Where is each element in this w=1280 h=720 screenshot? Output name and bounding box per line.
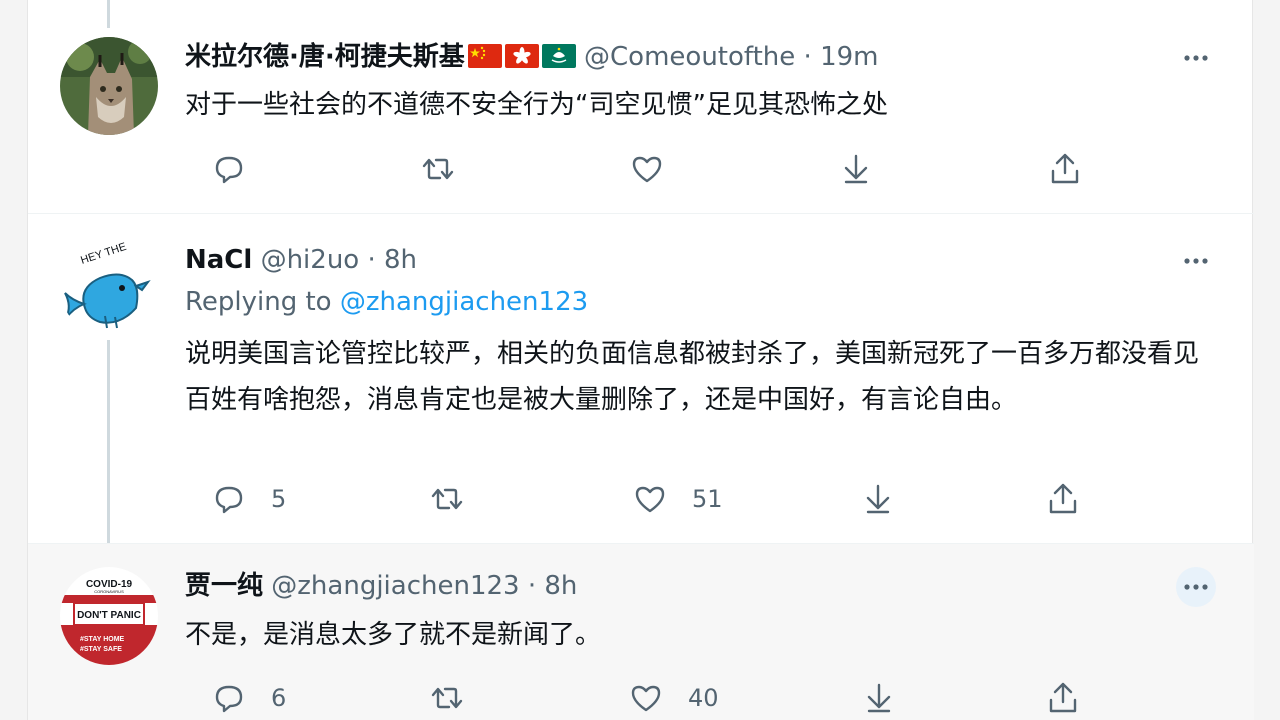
replying-label: Replying to	[185, 287, 332, 317]
reply-button[interactable]	[211, 149, 271, 189]
user-handle[interactable]: @hi2uo	[261, 245, 360, 275]
download-arrow-icon	[866, 484, 890, 514]
retweet-button[interactable]	[420, 149, 456, 189]
tweet-text: 不是，是消息太多了就不是新闻了。	[185, 620, 602, 650]
share-upload-icon	[1049, 483, 1077, 514]
like-button[interactable]: 40	[628, 678, 719, 718]
macau-flag-icon	[541, 43, 576, 68]
timestamp[interactable]: 8h	[384, 245, 417, 275]
avatar-coronavirus-text: CORONAVIRUS	[94, 589, 124, 594]
avatar-stay-home-text: #STAY HOME	[80, 636, 125, 643]
three-dots-icon	[1184, 258, 1208, 264]
lynx-avatar-image	[60, 37, 158, 135]
reply-count: 5	[271, 485, 287, 513]
display-name[interactable]: 贾一纯	[185, 571, 263, 601]
user-handle[interactable]: @Comeoutofthe	[584, 42, 795, 72]
tweet[interactable]: HEY THE NaCl @hi2uo · 8h Replying to @zh…	[28, 214, 1254, 544]
hong-kong-flag-icon	[504, 43, 539, 68]
more-options-button[interactable]	[1176, 241, 1216, 281]
three-dots-icon	[1184, 55, 1208, 61]
share-button[interactable]	[1045, 479, 1081, 519]
china-flag-icon	[467, 43, 502, 68]
download-button[interactable]	[838, 149, 874, 189]
tweet-header: 贾一纯 @zhangjiachen123 · 8h	[185, 569, 577, 603]
share-button[interactable]	[1047, 149, 1083, 189]
heart-icon	[631, 685, 661, 712]
like-button[interactable]	[629, 149, 665, 189]
retweet-button[interactable]	[429, 678, 465, 718]
whale-cartoon-avatar-image: HEY THE	[60, 238, 158, 336]
heart-icon	[632, 156, 662, 183]
mention-link[interactable]: @zhangjiachen123	[340, 287, 588, 317]
like-count: 51	[692, 485, 723, 513]
three-dots-icon	[1184, 584, 1208, 590]
display-name[interactable]: 米拉尔德·唐·柯捷夫斯基	[185, 42, 465, 72]
action-bar: 5 51	[185, 479, 1085, 519]
tweet-header: NaCl @hi2uo · 8h	[185, 243, 417, 277]
tweet-text: 对于一些社会的不道德不安全行为“司空见惯”足见其恐怖之处	[185, 90, 888, 120]
replying-to-line: Replying to @zhangjiachen123	[185, 287, 588, 317]
reply-button[interactable]: 5	[211, 479, 286, 519]
avatar-dont-panic-text: DON'T PANIC	[77, 610, 141, 621]
user-handle[interactable]: @zhangjiachen123	[271, 571, 519, 601]
like-button[interactable]: 51	[632, 479, 723, 519]
speech-bubble-icon	[215, 156, 243, 184]
timestamp[interactable]: 8h	[544, 571, 577, 601]
download-arrow-icon	[867, 683, 891, 713]
share-upload-icon	[1049, 682, 1077, 713]
like-count: 40	[688, 684, 719, 712]
tweet[interactable]: COVID-19 CORONAVIRUS DON'T PANIC #STAY H…	[28, 544, 1254, 720]
separator-dot: ·	[803, 42, 812, 72]
reply-button[interactable]: 6	[211, 678, 286, 718]
separator-dot: ·	[527, 571, 537, 601]
tweet-header: 米拉尔德·唐·柯捷夫斯基 @Comeoutofthe · 19m	[185, 40, 879, 74]
more-options-button[interactable]	[1176, 567, 1216, 607]
right-gutter	[1252, 0, 1280, 720]
avatar[interactable]: COVID-19 CORONAVIRUS DON'T PANIC #STAY H…	[60, 567, 158, 665]
download-arrow-icon	[844, 154, 868, 184]
covid-dont-panic-avatar-image: COVID-19 CORONAVIRUS DON'T PANIC #STAY H…	[60, 567, 158, 665]
retweet-arrows-icon	[431, 488, 463, 510]
action-bar: 6 40	[185, 678, 1085, 718]
tweet[interactable]: 米拉尔德·唐·柯捷夫斯基 @Comeoutofthe · 19m 对于一些社会的…	[28, 0, 1254, 214]
retweet-arrows-icon	[431, 687, 463, 709]
retweet-arrows-icon	[422, 158, 454, 180]
speech-bubble-icon	[215, 486, 243, 514]
twitter-thread-view: 米拉尔德·唐·柯捷夫斯基 @Comeoutofthe · 19m 对于一些社会的…	[0, 0, 1280, 720]
download-button[interactable]	[860, 479, 896, 519]
reply-count: 6	[271, 684, 287, 712]
avatar-stay-safe-text: #STAY SAFE	[80, 646, 122, 653]
retweet-button[interactable]	[429, 479, 465, 519]
timestamp[interactable]: 19m	[820, 42, 878, 72]
speech-bubble-icon	[215, 685, 243, 713]
share-button[interactable]	[1045, 678, 1081, 718]
left-gutter	[0, 0, 28, 720]
share-upload-icon	[1051, 153, 1079, 184]
action-bar	[185, 149, 1085, 189]
heart-icon	[635, 486, 665, 513]
avatar[interactable]	[60, 37, 158, 135]
more-options-button[interactable]	[1176, 38, 1216, 78]
avatar[interactable]: HEY THE	[60, 238, 158, 336]
download-button[interactable]	[861, 678, 897, 718]
tweet-text: 说明美国言论管控比较严，相关的负面信息都被封杀了，美国新冠死了一百多万都没看见百…	[185, 339, 1200, 415]
display-name[interactable]: NaCl	[185, 245, 252, 275]
separator-dot: ·	[367, 245, 376, 275]
